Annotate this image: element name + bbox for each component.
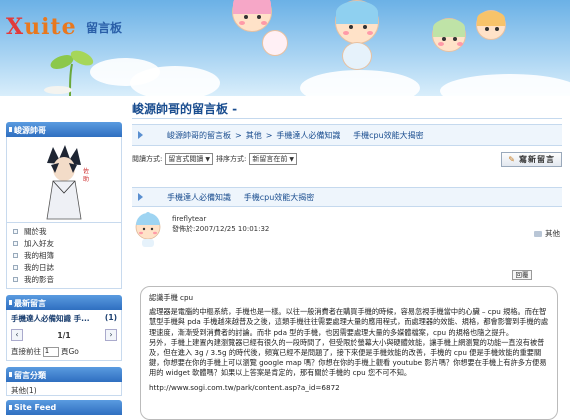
prev-page-button[interactable]: ‹ (11, 329, 23, 341)
view-mode-select[interactable]: 留言式閱讀 ▼ (165, 153, 213, 165)
reply-button[interactable]: 回覆 (512, 270, 532, 280)
logo-subtitle: 留言板 (86, 21, 123, 35)
cloud-decoration (130, 66, 220, 96)
next-page-button[interactable]: › (105, 329, 117, 341)
post-meta: fireflytear 發佈於:2007/12/25 10:01:32 (172, 214, 269, 234)
bullet-icon (13, 276, 18, 282)
post-paragraph: 認識手機 cpu (149, 293, 194, 302)
breadcrumb-root[interactable]: 峻源帥哥的留言板 (167, 130, 231, 141)
xuite-logo[interactable]: Xuite (6, 14, 77, 40)
cloud-decoration (440, 74, 570, 96)
chevron-down-icon: ▼ (205, 155, 210, 163)
kid-body-decoration (262, 30, 288, 56)
chevron-down-icon: ▼ (289, 155, 294, 163)
profile-links: 關於我 加入好友 我的相簿 我的日誌 我的影音 (6, 223, 122, 289)
post-link[interactable]: http://www.sogi.com.tw/park/content.asp?… (149, 383, 549, 393)
bullet-icon (13, 228, 18, 234)
profile-box: 佐 助 (6, 137, 122, 223)
latest-box: 手機達人必備知識 手... (1) ‹ 1/1 › 直接前往 頁Go (6, 310, 122, 361)
bullet-icon (13, 240, 18, 246)
write-message-button[interactable]: ✎ 寫新留言 (501, 151, 562, 167)
cloud-decoration (300, 70, 420, 96)
bullet-icon (13, 252, 18, 258)
post-author[interactable]: fireflytear (172, 214, 269, 224)
arrow-icon (138, 131, 143, 139)
author-avatar[interactable] (132, 212, 164, 248)
goto-page: 直接前往 頁Go (7, 346, 121, 360)
post-time: 發佈於:2007/12/25 10:01:32 (172, 225, 270, 233)
svg-text:佐: 佐 (83, 167, 89, 175)
profile-header: 峻源帥哥 (6, 122, 122, 137)
post-category[interactable]: 其他 (534, 228, 560, 239)
kid-body-decoration (342, 42, 372, 70)
breadcrumb-current: 手機達人必備知識 手機cpu效能大揭密 (276, 130, 424, 140)
breadcrumb-category[interactable]: 其他 (246, 130, 262, 141)
toolbar: 閱讀方式: 留言式閱讀 ▼ 排序方式: 新留言在前 ▼ ✎ 寫新留言 (132, 150, 562, 168)
sprout-icon (44, 50, 94, 96)
bullet-icon (13, 264, 18, 270)
category-header: 留言分類 (6, 367, 122, 382)
kid-decoration (232, 0, 272, 32)
header-banner: Xuite 留言板 (0, 0, 570, 96)
avatar[interactable]: 佐 助 (37, 143, 91, 221)
page-title: 峻源帥哥的留言板 - (132, 102, 238, 116)
page-count: 1/1 (57, 330, 71, 340)
sidebar-link-video[interactable]: 我的影音 (13, 273, 121, 285)
kid-decoration (476, 10, 506, 40)
kid-decoration (335, 0, 379, 44)
pager: ‹ 1/1 › (7, 324, 121, 346)
sidebar: 峻源帥哥 佐 助 關於我 加入好友 我的相簿 我的日誌 我的影音 最新留言 手機… (6, 122, 122, 420)
post-paragraph: 另外，手機上建置內建瀏覽器已經有很久的一段時間了，但受限於螢幕大小與硬體效能，讓… (149, 337, 547, 378)
section-title: 手機達人必備知識 手機cpu效能大揭密 (167, 192, 315, 202)
section-title-bar: 手機達人必備知識 手機cpu效能大揭密 (132, 187, 562, 207)
pencil-icon: ✎ (508, 154, 516, 164)
latest-item[interactable]: 手機達人必備知識 手... (1) (7, 310, 121, 324)
folder-icon (534, 230, 542, 237)
breadcrumb: 峻源帥哥的留言板 > 其他 > 手機達人必備知識 手機cpu效能大揭密 (132, 124, 562, 146)
divider (132, 118, 562, 119)
goto-button[interactable]: 頁Go (61, 346, 79, 357)
category-item[interactable]: 其他(1) (6, 382, 122, 396)
latest-header: 最新留言 (6, 295, 122, 310)
post-body: 認識手機 cpu 處理器是電腦的中樞系統，手機也是一樣。以往一般消費者在購買手機… (140, 286, 558, 420)
site-feed-header: Site Feed (6, 400, 122, 415)
sort-order-select[interactable]: 新留言在前 ▼ (249, 153, 297, 165)
sidebar-link-diary[interactable]: 我的日誌 (13, 261, 121, 273)
sidebar-link-album[interactable]: 我的相簿 (13, 249, 121, 261)
sidebar-link-add-friend[interactable]: 加入好友 (13, 237, 121, 249)
kid-decoration (432, 18, 466, 52)
goto-page-input[interactable] (43, 346, 59, 357)
sidebar-link-about[interactable]: 關於我 (13, 225, 121, 237)
arrow-icon (138, 193, 143, 201)
svg-text:助: 助 (83, 175, 89, 183)
post-paragraph: 處理器是電腦的中樞系統，手機也是一樣。以往一般消費者在購買手機的時候，容易忽視手… (149, 307, 549, 337)
